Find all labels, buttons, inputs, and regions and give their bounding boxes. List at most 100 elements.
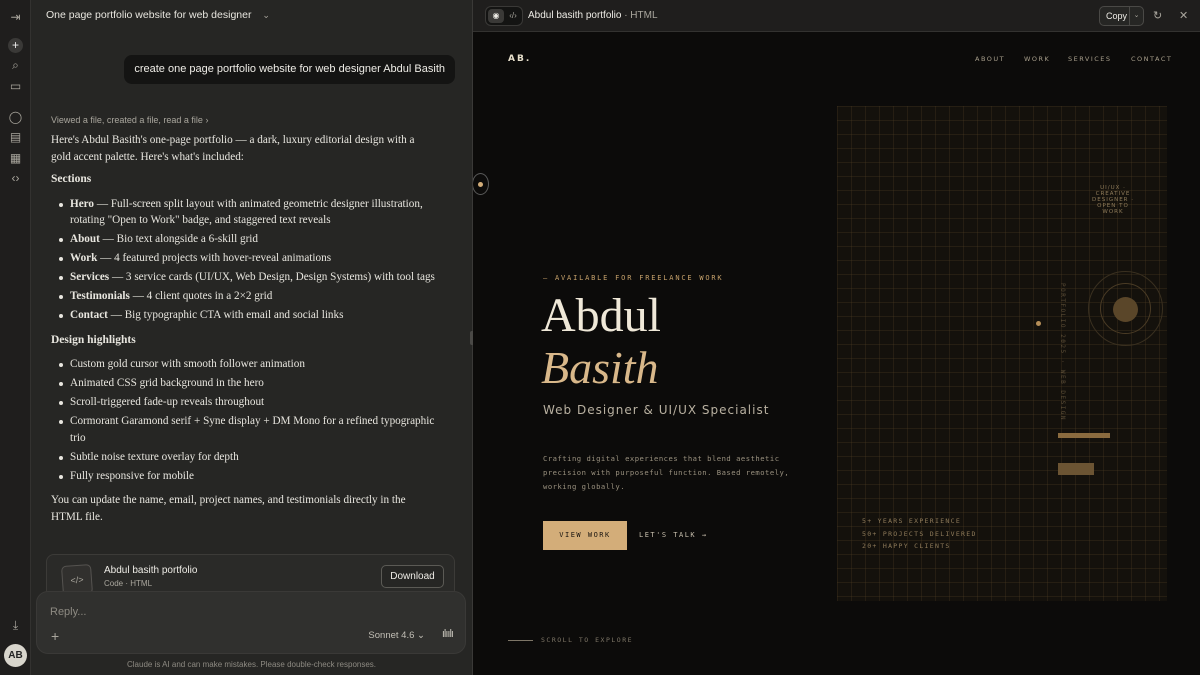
artifacts-icon[interactable]: ▦ bbox=[8, 151, 23, 166]
refresh-icon[interactable]: ↻ bbox=[1153, 9, 1162, 22]
download-app-icon[interactable]: ⤓ bbox=[8, 618, 23, 633]
code-icon[interactable]: ‹› bbox=[8, 171, 23, 186]
projects-icon[interactable]: ▤ bbox=[8, 130, 23, 145]
item-text: — Bio text alongside a 6-skill grid bbox=[99, 233, 259, 245]
close-icon[interactable]: ✕ bbox=[1179, 9, 1188, 22]
left-rail: ⇥ + ⌕ ▭ ◯ ▤ ▦ ‹› ⤓ AB bbox=[0, 0, 31, 675]
illustration-bar bbox=[1058, 433, 1110, 438]
model-name: Sonnet 4.6 bbox=[368, 630, 415, 641]
reply-input[interactable]: Reply... bbox=[50, 606, 86, 618]
cursor-dot bbox=[478, 182, 483, 187]
chevron-down-icon: ⌄ bbox=[262, 10, 270, 20]
list-item: Contact — Big typographic CTA with email… bbox=[51, 307, 435, 324]
cursor-follower bbox=[1036, 321, 1041, 326]
artifact-name: Abdul basith portfolio bbox=[104, 565, 198, 576]
scroll-hint-text: SCROLL TO EXPLORE bbox=[541, 636, 634, 644]
highlights-heading: Design highlights bbox=[51, 333, 136, 346]
scroll-hint: SCROLL TO EXPLORE bbox=[508, 636, 633, 644]
stat-projects: 50+ PROJECTS DELIVERED bbox=[862, 529, 977, 538]
lets-talk-link[interactable]: LET'S TALK → bbox=[639, 531, 708, 539]
artifact-title: Abdul basith portfolio · HTML bbox=[528, 10, 658, 21]
chevron-right-icon: › bbox=[205, 115, 209, 125]
item-text: — 3 service cards (UI/UX, Web Design, De… bbox=[109, 271, 435, 283]
list-item: Services — 3 service cards (UI/UX, Web D… bbox=[51, 269, 435, 286]
tool-summary[interactable]: Viewed a file, created a file, read a fi… bbox=[51, 115, 208, 125]
list-item: Scroll-triggered fade-up reveals through… bbox=[51, 394, 435, 411]
new-chat-icon[interactable]: + bbox=[8, 38, 23, 53]
list-item: Cormorant Garamond serif + Syne display … bbox=[51, 413, 435, 446]
list-item: Hero — Full-screen split layout with ani… bbox=[51, 196, 435, 229]
list-item: Animated CSS grid background in the hero bbox=[51, 375, 435, 392]
inbox-icon[interactable]: ▭ bbox=[8, 79, 23, 94]
hero-role: Web Designer & UI/UX Specialist bbox=[543, 403, 770, 417]
list-item: Fully responsive for mobile bbox=[51, 468, 435, 485]
user-message: create one page portfolio website for we… bbox=[124, 55, 455, 84]
response-intro: Here's Abdul Basith's one-page portfolio… bbox=[51, 134, 415, 163]
app-window: ⇥ + ⌕ ▭ ◯ ▤ ▦ ‹› ⤓ AB One page portfolio… bbox=[0, 0, 1200, 675]
chat-pane: One page portfolio website for web desig… bbox=[31, 0, 472, 675]
highlights-list: Custom gold cursor with smooth follower … bbox=[51, 356, 435, 484]
list-item: Work — 4 featured projects with hover-re… bbox=[51, 250, 435, 267]
stat-clients: 20+ HAPPY CLIENTS bbox=[862, 542, 951, 550]
search-icon[interactable]: ⌕ bbox=[8, 58, 23, 73]
code-view-icon[interactable]: ‹/› bbox=[505, 9, 521, 23]
vertical-label: PORTFOLIO 2025 · WEB DESIGN bbox=[1059, 283, 1066, 422]
site-logo[interactable]: AB. bbox=[508, 54, 531, 64]
item-name: Hero bbox=[70, 197, 95, 210]
sections-heading: Sections bbox=[51, 173, 92, 185]
nav-contact[interactable]: CONTACT bbox=[1131, 55, 1172, 63]
disclaimer: Claude is AI and can make mistakes. Plea… bbox=[126, 660, 377, 669]
portfolio-preview: AB. ABOUT WORK SERVICES CONTACT UI/UX · … bbox=[473, 33, 1200, 675]
item-text: — 4 client quotes in a 2×2 grid bbox=[129, 290, 273, 302]
hero-first-name: Abdul bbox=[541, 289, 661, 342]
item-text: — 4 featured projects with hover-reveal … bbox=[97, 252, 332, 264]
item-text: — Big typographic CTA with email and soc… bbox=[107, 309, 344, 321]
download-button[interactable]: Download bbox=[381, 565, 444, 588]
hero-stats: 5+ YEARS EXPERIENCE 50+ PROJECTS DELIVER… bbox=[862, 515, 977, 553]
composer: Reply... + Sonnet 4.6 ⌄ ılıılı bbox=[36, 591, 466, 654]
item-text: — Full-screen split layout with animated… bbox=[70, 197, 423, 227]
voice-mode-icon[interactable]: ılıılı bbox=[442, 628, 454, 640]
availability-label: — AVAILABLE FOR FREELANCE WORK bbox=[543, 274, 724, 282]
chevron-down-icon[interactable]: ⌄ bbox=[1129, 7, 1143, 25]
list-item: Testimonials — 4 client quotes in a 2×2 … bbox=[51, 288, 435, 305]
copy-label: Copy bbox=[1106, 11, 1128, 21]
view-work-button[interactable]: VIEW WORK bbox=[543, 521, 627, 550]
chevron-down-icon: ⌄ bbox=[417, 630, 425, 641]
scroll-line bbox=[508, 639, 533, 641]
model-selector[interactable]: Sonnet 4.6 ⌄ bbox=[368, 630, 425, 641]
list-item: Subtle noise texture overlay for depth bbox=[51, 449, 435, 466]
preview-eye-icon[interactable]: ◉ bbox=[488, 9, 504, 23]
list-item: Custom gold cursor with smooth follower … bbox=[51, 356, 435, 373]
avatar[interactable]: AB bbox=[4, 644, 27, 667]
item-name: Testimonials bbox=[70, 290, 130, 302]
open-to-work-badge: UI/UX · CREATIVE DESIGNER · OPEN TO WORK bbox=[1092, 185, 1134, 215]
copy-button[interactable]: Copy ⌄ bbox=[1099, 6, 1144, 26]
nav-services[interactable]: SERVICES bbox=[1068, 55, 1112, 63]
view-toggle: ◉ ‹/› bbox=[485, 6, 523, 26]
artifact-panel: ◉ ‹/› Abdul basith portfolio · HTML Copy… bbox=[473, 0, 1200, 675]
illustration-block bbox=[1058, 463, 1094, 475]
nav-work[interactable]: WORK bbox=[1024, 55, 1050, 63]
nav-about[interactable]: ABOUT bbox=[975, 55, 1005, 63]
tool-summary-text: Viewed a file, created a file, read a fi… bbox=[51, 115, 203, 125]
list-item: About — Bio text alongside a 6-skill gri… bbox=[51, 231, 435, 248]
item-name: Contact bbox=[70, 309, 108, 321]
hero-last-name: Basith bbox=[541, 342, 659, 393]
chat-title-text: One page portfolio website for web desig… bbox=[46, 9, 252, 21]
add-attachment-icon[interactable]: + bbox=[51, 628, 59, 644]
item-name: About bbox=[70, 233, 100, 245]
stat-years: 5+ YEARS EXPERIENCE bbox=[862, 517, 962, 525]
collapse-sidebar-icon[interactable]: ⇥ bbox=[8, 10, 23, 25]
chats-icon[interactable]: ◯ bbox=[8, 110, 23, 125]
chat-title[interactable]: One page portfolio website for web desig… bbox=[46, 9, 270, 21]
artifact-type: · HTML bbox=[624, 10, 658, 21]
artifact-meta: Code · HTML bbox=[104, 579, 153, 588]
sections-list: Hero — Full-screen split layout with ani… bbox=[51, 196, 435, 324]
illustration-head bbox=[1113, 297, 1138, 322]
hero-description: Crafting digital experiences that blend … bbox=[543, 454, 790, 491]
assistant-response: Here's Abdul Basith's one-page portfolio… bbox=[51, 132, 435, 531]
item-name: Work bbox=[70, 252, 98, 264]
artifact-title-text: Abdul basith portfolio bbox=[528, 10, 622, 21]
artifact-toolbar: ◉ ‹/› Abdul basith portfolio · HTML Copy… bbox=[473, 0, 1200, 32]
